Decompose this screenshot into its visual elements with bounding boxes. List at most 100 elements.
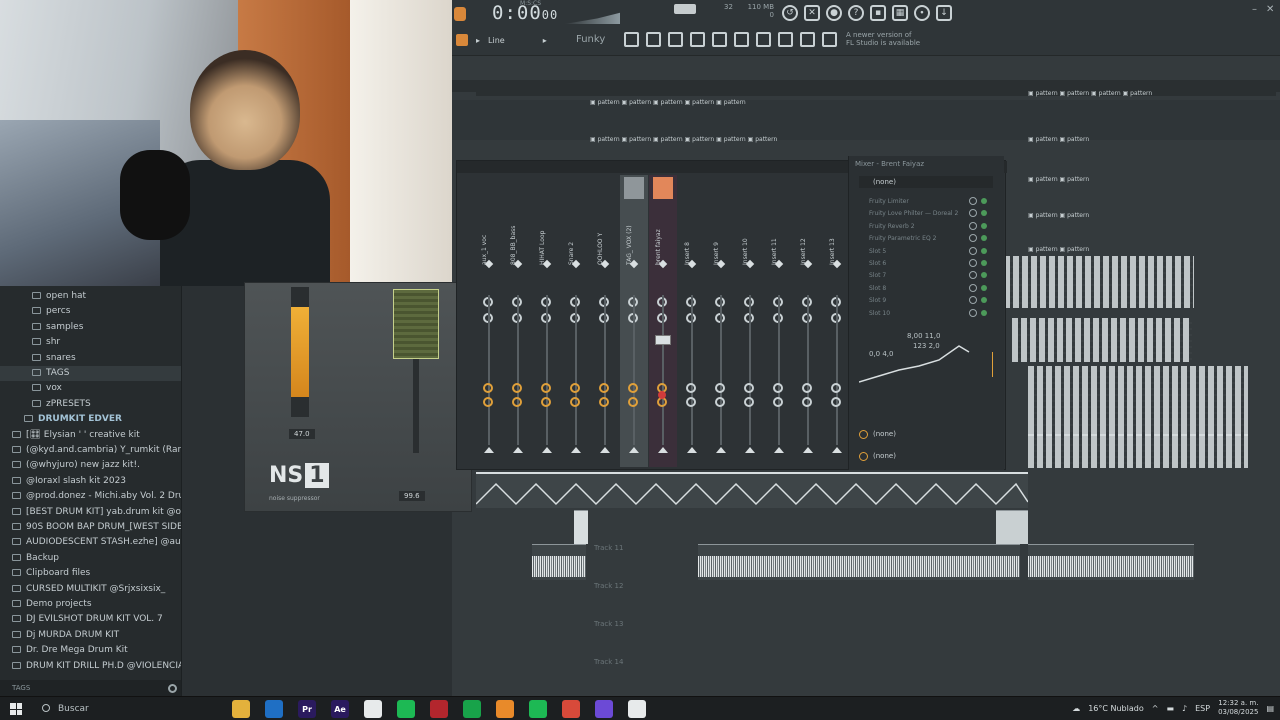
taskbar-clock[interactable]: 12:32 a. m. 03/08/2025 xyxy=(1218,699,1258,717)
network-icon[interactable]: ▬ xyxy=(1166,704,1174,713)
browser-item[interactable]: DJ EVILSHOT DRUM KIT VOL. 7 xyxy=(0,612,181,627)
strip-stereo-knob[interactable] xyxy=(483,397,493,407)
strip-stereo-knob[interactable] xyxy=(831,397,841,407)
strip-route-icon[interactable] xyxy=(774,447,784,453)
mixer-strip[interactable]: Insert 11 xyxy=(765,175,793,467)
strip-header[interactable] xyxy=(479,177,499,199)
strip-send-knob[interactable] xyxy=(715,383,725,393)
strip-stereo-knob[interactable] xyxy=(570,397,580,407)
notification-icon[interactable]: ▤ xyxy=(1266,704,1274,713)
channel-rack-tool-icon[interactable] xyxy=(668,32,683,47)
obs-icon[interactable] xyxy=(628,700,646,718)
strip-diamond-icon[interactable] xyxy=(629,259,639,269)
browser-item[interactable]: @Ioraxl slash kit 2023 xyxy=(0,474,181,489)
link-tool-icon[interactable] xyxy=(800,32,815,47)
discord-icon[interactable] xyxy=(595,700,613,718)
strip-stereo-knob[interactable] xyxy=(773,397,783,407)
fx-slot[interactable]: Fruity Love Philter — Doreal 2 xyxy=(859,208,993,219)
mic-icon[interactable]: ● xyxy=(826,5,842,21)
fx-slot-mix-knob[interactable] xyxy=(969,296,977,305)
ns1-fader[interactable] xyxy=(393,289,439,359)
mixer-strip[interactable]: TAG_ VOX (2) xyxy=(620,175,648,467)
fx-slot-mix-knob[interactable] xyxy=(969,246,977,255)
browser-item[interactable]: [BEST DRUM KIT] yab.drum kit @oonrwa xyxy=(0,505,181,520)
strip-diamond-icon[interactable] xyxy=(803,259,813,269)
browser-item[interactable]: open hat xyxy=(0,289,181,304)
excel-icon[interactable] xyxy=(463,700,481,718)
render-icon[interactable]: ▦ xyxy=(892,5,908,21)
mixer-strip[interactable]: OOHLOO Y xyxy=(591,175,619,467)
mixer-strip[interactable]: brent faiyaz xyxy=(649,175,677,467)
strip-header[interactable] xyxy=(624,177,644,199)
browser-item[interactable]: percs xyxy=(0,304,181,319)
browser-item[interactable]: vox xyxy=(0,381,181,396)
audio-clip-2[interactable] xyxy=(698,544,1020,580)
fx-slot-led[interactable] xyxy=(981,272,987,279)
fx-slot-mix-knob[interactable] xyxy=(969,259,977,267)
strip-send-knob[interactable] xyxy=(541,383,551,393)
mixer-strip[interactable]: Snare 2 xyxy=(562,175,590,467)
strip-send-knob[interactable] xyxy=(512,383,522,393)
strip-send-knob[interactable] xyxy=(686,383,696,393)
fx-output-2[interactable]: (none) xyxy=(859,452,896,461)
ns1-plugin-window[interactable]: 47.0 99.6 NS 1 noise suppressor xyxy=(244,282,472,512)
snap-control[interactable]: ▸ Line ▸ xyxy=(456,34,547,46)
track-label-12[interactable]: Track 12 xyxy=(454,580,634,616)
automation-clip[interactable] xyxy=(476,472,1028,508)
notepad-icon[interactable] xyxy=(364,700,382,718)
windows-start-icon[interactable] xyxy=(10,703,22,715)
browser-tool-icon[interactable] xyxy=(712,32,727,47)
mixer-strip[interactable]: Insert 9 xyxy=(707,175,735,467)
browser-item[interactable]: zPRESETS xyxy=(0,397,181,412)
strip-diamond-icon[interactable] xyxy=(571,259,581,269)
strip-header[interactable] xyxy=(769,177,789,199)
strip-stereo-knob[interactable] xyxy=(802,397,812,407)
strip-stereo-knob[interactable] xyxy=(599,397,609,407)
browser-item[interactable]: snares xyxy=(0,351,181,366)
strip-route-icon[interactable] xyxy=(484,447,494,453)
fx-slot-mix-knob[interactable] xyxy=(969,209,977,218)
fx-slot-led[interactable] xyxy=(981,309,987,316)
strip-route-icon[interactable] xyxy=(658,447,668,453)
strip-diamond-icon[interactable] xyxy=(542,259,552,269)
file-explorer-icon[interactable] xyxy=(232,700,250,718)
strip-stereo-knob[interactable] xyxy=(541,397,551,407)
strip-route-icon[interactable] xyxy=(542,447,552,453)
style-label[interactable]: Funky xyxy=(576,34,605,45)
strip-stereo-knob[interactable] xyxy=(744,397,754,407)
browser-item[interactable]: CURSED MULTIKIT @Srjxsixsix_ xyxy=(0,582,181,597)
app-red-icon[interactable] xyxy=(430,700,448,718)
fx-input-select[interactable]: (none) xyxy=(859,176,993,188)
strip-route-icon[interactable] xyxy=(513,447,523,453)
track-label-13[interactable]: Track 13 xyxy=(454,618,634,654)
strip-route-icon[interactable] xyxy=(571,447,581,453)
strip-send-knob[interactable] xyxy=(599,383,609,393)
strip-diamond-icon[interactable] xyxy=(745,259,755,269)
browser-item[interactable]: [🎛 Elysian ' ' creative kit xyxy=(0,428,181,443)
strip-rec-icon[interactable] xyxy=(658,391,666,399)
strip-header[interactable] xyxy=(711,177,731,199)
strip-route-icon[interactable] xyxy=(600,447,610,453)
browser-search-icon[interactable] xyxy=(168,684,177,693)
strip-send-knob[interactable] xyxy=(628,383,638,393)
strip-route-icon[interactable] xyxy=(716,447,726,453)
mixer-strip[interactable]: aux_1 voc xyxy=(475,175,503,467)
fx-slot-led[interactable] xyxy=(981,235,987,242)
snap-arrow-icon[interactable]: ▸ xyxy=(543,36,547,45)
fx-slot-led[interactable] xyxy=(981,210,987,217)
fx-slot[interactable]: Fruity Reverb 2 xyxy=(859,221,993,232)
playlist-tool-icon[interactable] xyxy=(624,32,639,47)
strip-header[interactable] xyxy=(682,177,702,199)
update-hint[interactable]: A newer version of FL Studio is available xyxy=(846,31,942,47)
fx-slot-mix-knob[interactable] xyxy=(969,271,977,280)
chrome-icon[interactable] xyxy=(562,700,580,718)
taskbar-search[interactable]: Buscar xyxy=(36,701,216,717)
plugin-icon[interactable]: ∙ xyxy=(914,5,930,21)
strip-diamond-icon[interactable] xyxy=(774,259,784,269)
touch-tool-icon[interactable] xyxy=(778,32,793,47)
lang-indicator[interactable]: ESP xyxy=(1195,704,1210,713)
strip-send-knob[interactable] xyxy=(831,383,841,393)
browser-item[interactable]: Demo projects xyxy=(0,597,181,612)
volume-icon[interactable]: ♪ xyxy=(1182,704,1187,713)
strip-route-icon[interactable] xyxy=(803,447,813,453)
